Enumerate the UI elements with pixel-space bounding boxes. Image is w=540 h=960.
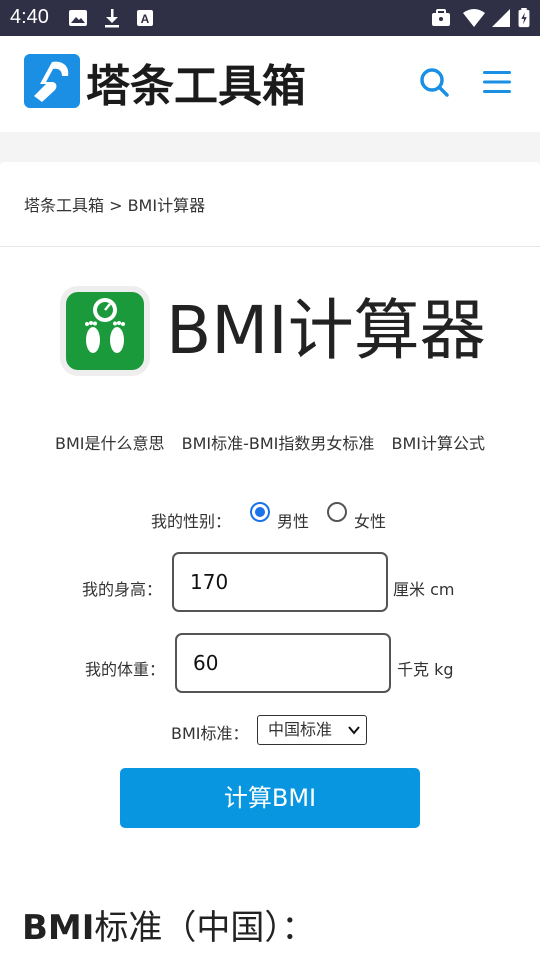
- battery-icon: [518, 8, 530, 28]
- info-links: BMI是什么意思 BMI标准-BMI指数男女标准 BMI计算公式: [0, 430, 540, 454]
- weight-unit: 千克 kg: [397, 660, 454, 679]
- download-icon: [105, 9, 119, 28]
- search-icon[interactable]: [418, 66, 450, 98]
- wifi-icon: [463, 9, 485, 27]
- standard-select-value: 中国标准: [268, 720, 333, 739]
- app-icon-container: [60, 286, 150, 376]
- section-title-rest: 标准（中国）：: [94, 908, 316, 948]
- main-card: 塔条工具箱 > BMI计算器 BMI计算器 BMI是什么意思 BMI标准-BMI…: [0, 162, 540, 960]
- status-time: 4:40: [10, 6, 49, 28]
- gender-label: 我的性别：: [151, 512, 232, 531]
- status-bar: 4:40 A: [0, 0, 540, 36]
- scale-icon: [66, 292, 144, 370]
- breadcrumb[interactable]: 塔条工具箱 > BMI计算器: [24, 192, 205, 216]
- page-title: BMI计算器: [166, 292, 486, 369]
- calculate-button[interactable]: 计算BMI: [120, 768, 420, 828]
- menu-icon[interactable]: [481, 66, 513, 98]
- standard-label: BMI标准：: [171, 724, 249, 743]
- female-radio[interactable]: [327, 502, 347, 522]
- male-label[interactable]: 男性: [277, 508, 309, 532]
- standard-select[interactable]: 中国标准: [257, 715, 367, 745]
- logo-icon[interactable]: [22, 52, 82, 110]
- male-radio[interactable]: [250, 502, 270, 522]
- height-unit: 厘米 cm: [393, 580, 455, 599]
- female-label[interactable]: 女性: [354, 508, 386, 532]
- work-profile-icon: [432, 9, 450, 26]
- link-what-is-bmi[interactable]: BMI是什么意思: [55, 434, 165, 453]
- site-header: 塔条工具箱: [0, 36, 540, 132]
- image-icon: [69, 10, 87, 26]
- svg-text:A: A: [141, 12, 150, 26]
- divider: [0, 246, 540, 247]
- section-title: BMI标准（中国）：: [22, 900, 315, 949]
- chevron-down-icon: [348, 726, 360, 735]
- section-title-bold: BMI: [22, 908, 95, 948]
- height-label: 我的身高：: [82, 580, 163, 599]
- height-input[interactable]: 170: [172, 552, 388, 612]
- weight-label: 我的体重：: [85, 660, 166, 679]
- weight-input[interactable]: 60: [175, 633, 391, 693]
- link-bmi-formula[interactable]: BMI计算公式: [391, 434, 485, 453]
- logo-text[interactable]: 塔条工具箱: [86, 50, 306, 114]
- signal-icon: [492, 9, 510, 27]
- font-a-icon: A: [137, 10, 153, 26]
- link-bmi-standard[interactable]: BMI标准-BMI指数男女标准: [182, 434, 375, 453]
